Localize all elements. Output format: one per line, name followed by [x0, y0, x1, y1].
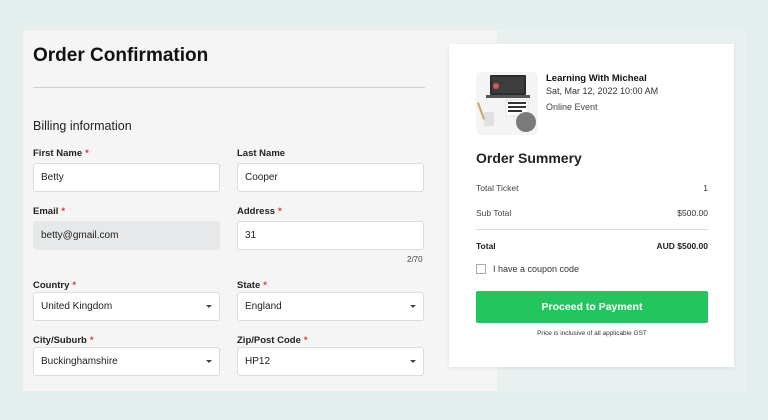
order-summary-card: Learning With Micheal Sat, Mar 12, 2022 …: [449, 44, 734, 367]
city-select[interactable]: Buckinghamshire: [33, 347, 220, 376]
last-name-label: Last Name: [237, 148, 286, 159]
chevron-down-icon: [206, 360, 212, 363]
email-field: betty@gmail.com: [33, 221, 220, 250]
zip-label: Zip/Post Code *: [237, 335, 308, 346]
country-label: Country *: [33, 280, 77, 291]
state-label: State *: [237, 280, 267, 291]
total-ticket-value: 1: [703, 183, 708, 193]
address-label: Address *: [237, 206, 282, 217]
last-name-field[interactable]: Cooper: [237, 163, 424, 192]
total-value: AUD $500.00: [656, 241, 708, 251]
address-char-counter: 2/70: [407, 255, 423, 264]
subtotal-label: Sub Total: [476, 208, 512, 218]
email-label: Email *: [33, 206, 66, 217]
event-type: Online Event: [546, 102, 598, 112]
subtotal-row: Sub Total $500.00: [476, 208, 708, 218]
city-label: City/Suburb *: [33, 335, 94, 346]
event-date: Sat, Mar 12, 2022 10:00 AM: [546, 86, 659, 96]
first-name-field[interactable]: Betty: [33, 163, 220, 192]
first-name-label: First Name *: [33, 148, 89, 159]
total-label: Total: [476, 241, 496, 251]
chevron-down-icon: [410, 360, 416, 363]
summary-title: Order Summery: [476, 150, 582, 166]
summary-divider: [476, 229, 708, 230]
coupon-checkbox[interactable]: [476, 264, 486, 274]
total-ticket-label: Total Ticket: [476, 183, 519, 193]
billing-heading: Billing information: [33, 119, 132, 133]
chevron-down-icon: [206, 305, 212, 308]
coupon-label: I have a coupon code: [493, 264, 580, 274]
event-title: Learning With Micheal: [546, 73, 647, 84]
proceed-to-payment-button[interactable]: Proceed to Payment: [476, 291, 708, 323]
coupon-option[interactable]: I have a coupon code: [476, 264, 579, 274]
subtotal-value: $500.00: [677, 208, 708, 218]
total-row: Total AUD $500.00: [476, 241, 708, 251]
zip-select[interactable]: HP12: [237, 347, 424, 376]
page-title: Order Confirmation: [33, 45, 209, 66]
address-field[interactable]: 31: [237, 221, 424, 250]
title-divider: [33, 87, 425, 88]
event-thumbnail: [476, 72, 538, 135]
state-select[interactable]: England: [237, 292, 424, 321]
country-select[interactable]: United Kingdom: [33, 292, 220, 321]
chevron-down-icon: [410, 305, 416, 308]
gst-note: Price is inclusive of all applicable GST: [537, 330, 647, 337]
total-ticket-row: Total Ticket 1: [476, 183, 708, 193]
